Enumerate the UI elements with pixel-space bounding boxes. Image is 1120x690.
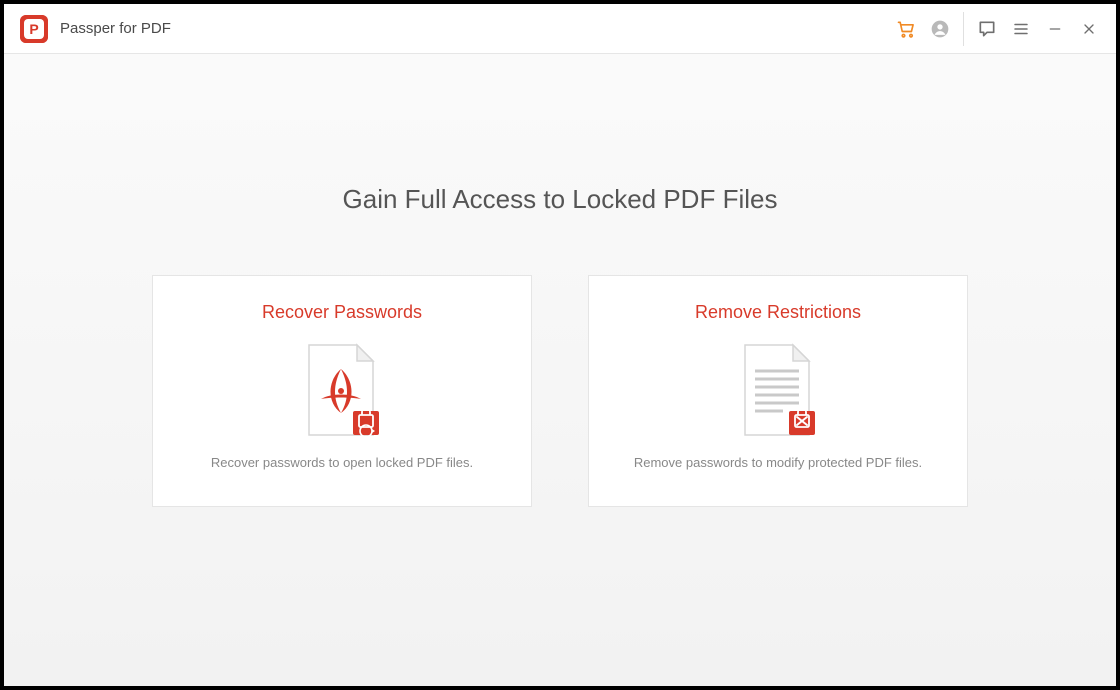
close-button[interactable] [1072, 12, 1106, 46]
titlebar-left: P Passper for PDF [20, 15, 171, 43]
account-button[interactable] [923, 12, 957, 46]
cart-button[interactable] [889, 12, 923, 46]
close-icon [1081, 21, 1097, 37]
remove-restrictions-card[interactable]: Remove Restrictions [588, 275, 968, 507]
recover-passwords-title: Recover Passwords [262, 302, 422, 323]
remove-restrictions-title: Remove Restrictions [695, 302, 861, 323]
main-content: Gain Full Access to Locked PDF Files Rec… [4, 54, 1116, 686]
minimize-icon [1047, 21, 1063, 37]
cart-icon [896, 19, 916, 39]
speech-bubble-icon [970, 12, 1004, 46]
remove-restrictions-illustration [733, 341, 823, 441]
page-headline: Gain Full Access to Locked PDF Files [343, 184, 778, 215]
feedback-button[interactable] [963, 12, 1004, 46]
app-logo-icon: P [20, 15, 48, 43]
remove-restrictions-desc: Remove passwords to modify protected PDF… [634, 455, 922, 470]
app-window: P Passper for PDF [4, 4, 1116, 686]
recover-passwords-illustration [297, 341, 387, 441]
menu-button[interactable] [1004, 12, 1038, 46]
titlebar-right [889, 12, 1106, 46]
pdf-lock-icon [297, 341, 387, 441]
recover-passwords-card[interactable]: Recover Passwords [152, 275, 532, 507]
option-cards: Recover Passwords [152, 275, 968, 507]
app-logo-letter: P [24, 19, 44, 39]
minimize-button[interactable] [1038, 12, 1072, 46]
titlebar: P Passper for PDF [4, 4, 1116, 54]
app-title: Passper for PDF [60, 20, 171, 37]
hamburger-icon [1012, 20, 1030, 38]
user-icon [930, 19, 950, 39]
recover-passwords-desc: Recover passwords to open locked PDF fil… [211, 455, 473, 470]
document-lock-x-icon [733, 341, 823, 441]
